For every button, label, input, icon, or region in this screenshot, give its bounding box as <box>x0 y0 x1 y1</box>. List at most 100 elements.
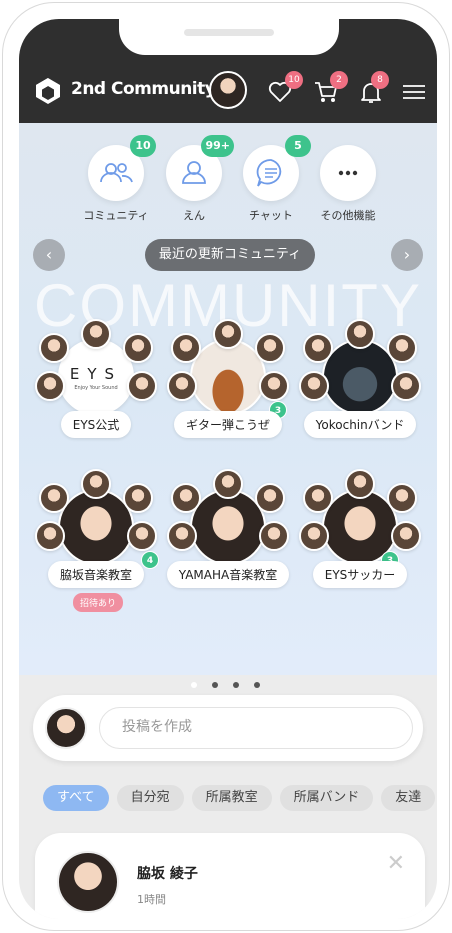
filter-chip-to-me[interactable]: 自分宛 <box>116 785 184 811</box>
member-avatar <box>213 319 243 349</box>
community-card[interactable]: 4 脇坂音楽教室 招待あり <box>31 469 161 612</box>
create-post-input[interactable]: 投稿を作成 <box>99 707 413 749</box>
composer-avatar <box>45 707 87 749</box>
invite-tag[interactable]: 招待あり <box>73 593 124 612</box>
member-avatar <box>303 483 333 513</box>
logo-icon[interactable] <box>33 76 63 106</box>
member-avatar <box>391 521 421 551</box>
member-avatar <box>345 469 375 499</box>
quick-action-label: チャット <box>249 209 293 222</box>
community-name: YAMAHA音楽教室 <box>163 561 293 588</box>
app-screen: 2nd Community 10 2 8 10 コミュニティ 99+ えん 5 … <box>19 19 437 919</box>
close-icon[interactable]: ✕ <box>387 851 405 876</box>
quick-action-circle[interactable]: 5 <box>243 135 311 201</box>
community-badge: 10 <box>130 135 156 157</box>
post-timestamp: 1時間 <box>137 893 166 906</box>
quick-action-en[interactable]: 99+ えん <box>154 135 234 223</box>
member-avatar <box>213 469 243 499</box>
member-avatar <box>303 333 333 363</box>
community-card[interactable]: YAMAHA音楽教室 <box>163 469 293 599</box>
post-card[interactable]: 脇坂 綾子 1時間 ✕ <box>35 833 425 919</box>
quick-action-circle[interactable]: 10 <box>88 135 156 201</box>
device-notch <box>119 19 339 55</box>
member-avatar <box>123 333 153 363</box>
eys-logo-subtext: Enjoy Your Sound <box>74 385 118 391</box>
quick-action-label: その他機能 <box>320 209 376 222</box>
phone-frame: 2nd Community 10 2 8 10 コミュニティ 99+ えん 5 … <box>2 2 450 931</box>
quick-action-circle[interactable]: 99+ <box>166 135 234 201</box>
member-avatar <box>127 371 157 401</box>
community-card[interactable]: Yokochinバンド <box>295 319 425 449</box>
member-avatar <box>299 521 329 551</box>
community-card[interactable]: 3 EYSサッカー <box>295 469 425 599</box>
community-card[interactable]: 3 ギター弾こうぜ <box>163 319 293 449</box>
eys-logo-text: EYS <box>69 365 123 383</box>
post-composer: 投稿を作成 <box>33 695 423 761</box>
community-name: Yokochinバンド <box>295 411 425 438</box>
quick-action-more[interactable]: その他機能 <box>308 145 388 223</box>
quick-action-community[interactable]: 10 コミュニティ <box>76 135 156 223</box>
member-avatar <box>259 521 289 551</box>
community-name-label: ギター弾こうぜ <box>173 411 282 438</box>
community-name-label: EYS公式 <box>60 411 132 438</box>
community-name-label: Yokochinバンド <box>303 411 417 438</box>
pagination-dot[interactable] <box>254 682 260 688</box>
member-avatar <box>259 371 289 401</box>
community-name: EYSサッカー <box>295 561 425 588</box>
pagination-dot[interactable] <box>212 682 218 688</box>
member-avatar <box>171 333 201 363</box>
community-name: ギター弾こうぜ <box>163 411 293 438</box>
quick-action-label: コミュニティ <box>83 209 149 222</box>
carousel-title: 最近の更新コミュニティ <box>145 239 315 271</box>
community-name: EYS公式 <box>31 411 161 438</box>
carousel-next-button[interactable]: › <box>391 239 423 271</box>
member-avatar <box>39 333 69 363</box>
user-avatar[interactable] <box>209 71 247 109</box>
community-card[interactable]: EYS Enjoy Your Sound EYS公式 <box>31 319 161 449</box>
carousel-prev-button[interactable]: ‹ <box>33 239 65 271</box>
member-avatar <box>127 521 157 551</box>
app-header: 2nd Community 10 2 8 <box>19 19 437 123</box>
member-avatar <box>299 371 329 401</box>
filter-chip-all[interactable]: すべて <box>43 785 109 811</box>
more-icon <box>338 170 358 176</box>
filter-chip-band[interactable]: 所属バンド <box>279 785 374 811</box>
member-avatar <box>255 483 285 513</box>
member-avatar <box>391 371 421 401</box>
member-avatar <box>167 371 197 401</box>
pagination-dot[interactable] <box>233 682 239 688</box>
likes-badge: 10 <box>285 71 303 89</box>
quick-action-circle[interactable] <box>320 145 376 201</box>
en-badge: 99+ <box>201 135 234 157</box>
carousel-pagination <box>191 673 275 692</box>
filter-chips: すべて 自分宛 所属教室 所属バンド 友達 <box>43 785 437 815</box>
notifications-badge: 8 <box>371 71 389 89</box>
community-hero: 10 コミュニティ 99+ えん 5 チャット その他機能 ‹ 最近の更新コミュ… <box>19 123 437 688</box>
member-avatar <box>171 483 201 513</box>
chevron-right-icon: › <box>403 245 411 264</box>
member-avatar <box>167 521 197 551</box>
member-avatar <box>387 483 417 513</box>
member-avatar <box>123 483 153 513</box>
post-author-avatar[interactable] <box>57 851 119 913</box>
member-avatar <box>35 521 65 551</box>
community-name: 脇坂音楽教室 <box>31 561 161 588</box>
member-avatar <box>81 319 111 349</box>
hamburger-menu-icon[interactable] <box>401 79 427 105</box>
member-avatar <box>255 333 285 363</box>
quick-action-chat[interactable]: 5 チャット <box>231 135 311 223</box>
community-name-label: 脇坂音楽教室 <box>47 561 144 588</box>
filter-chip-friends[interactable]: 友達 <box>381 785 436 811</box>
filter-chip-classroom[interactable]: 所属教室 <box>191 785 272 811</box>
pagination-dot[interactable] <box>191 682 197 688</box>
brand-name: 2nd Community <box>71 79 216 99</box>
speaker-bar <box>184 29 274 36</box>
member-avatar <box>39 483 69 513</box>
member-avatar <box>345 319 375 349</box>
member-avatar <box>387 333 417 363</box>
cart-badge: 2 <box>330 71 348 89</box>
member-avatar <box>81 469 111 499</box>
post-author-name[interactable]: 脇坂 綾子 <box>137 863 198 883</box>
community-name-label: YAMAHA音楽教室 <box>166 561 290 588</box>
member-avatar <box>35 371 65 401</box>
